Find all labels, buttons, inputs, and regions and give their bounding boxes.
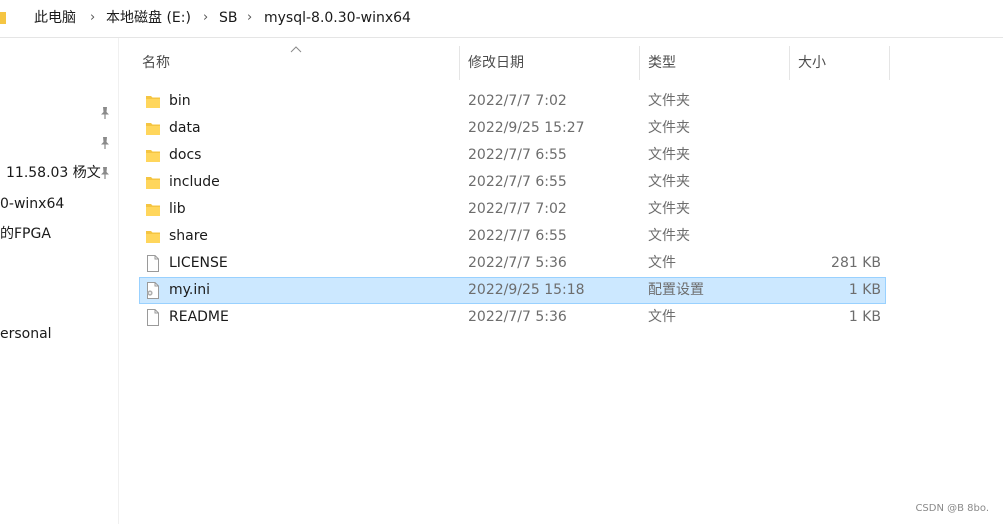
breadcrumb-sb[interactable]: SB (219, 9, 238, 27)
file-size: 1 KB (848, 282, 881, 298)
file-row[interactable]: include 2022/7/7 6:55 文件夹 (139, 169, 886, 196)
file-name: bin (169, 93, 191, 109)
file-size (791, 197, 881, 222)
folder-icon (145, 228, 161, 245)
column-type[interactable]: 类型 (640, 46, 790, 80)
file-name: LICENSE (169, 255, 228, 271)
file-size (791, 89, 881, 114)
folder-icon (145, 120, 161, 137)
file-date-modified: 2022/9/25 15:27 (468, 120, 585, 136)
navigation-pane[interactable]: 11.58.03 杨文 0-winx64 的FPGA ersonal (0, 38, 119, 524)
pin-icon (101, 167, 109, 179)
column-date-modified[interactable]: 修改日期 (460, 46, 640, 80)
breadcrumb-local-disk[interactable]: 本地磁盘 (E:) (106, 9, 191, 27)
file-row[interactable]: README 2022/7/7 5:36 文件 1 KB (139, 304, 886, 331)
file-row[interactable]: bin 2022/7/7 7:02 文件夹 (139, 88, 886, 115)
file-type: 文件夹 (648, 201, 690, 217)
breadcrumb-this-pc[interactable]: 此电脑 (34, 9, 76, 27)
file-name: lib (169, 201, 186, 217)
file-type: 文件夹 (648, 228, 690, 244)
nav-item-quick-access[interactable]: 11.58.03 杨文 (6, 164, 101, 182)
folder-icon (145, 201, 161, 218)
file-icon (145, 309, 161, 326)
file-type: 文件 (648, 309, 676, 325)
pin-icon (101, 107, 109, 119)
file-date-modified: 2022/7/7 7:02 (468, 201, 567, 217)
chevron-right-icon[interactable]: › (247, 9, 252, 27)
file-date-modified: 2022/7/7 5:36 (468, 255, 567, 271)
file-type: 文件夹 (648, 147, 690, 163)
file-name: docs (169, 147, 202, 163)
file-name: README (169, 309, 229, 325)
breadcrumb-current-folder[interactable]: mysql-8.0.30-winx64 (264, 9, 411, 27)
file-date-modified: 2022/7/7 6:55 (468, 174, 567, 190)
file-row[interactable]: share 2022/7/7 6:55 文件夹 (139, 223, 886, 250)
file-size (791, 224, 881, 249)
file-row[interactable]: lib 2022/7/7 7:02 文件夹 (139, 196, 886, 223)
file-name: share (169, 228, 208, 244)
file-size (791, 170, 881, 195)
address-bar[interactable]: 此电脑 › 本地磁盘 (E:) › SB › mysql-8.0.30-winx… (0, 0, 1003, 38)
pin-icon (101, 137, 109, 149)
file-size (791, 116, 881, 141)
file-date-modified: 2022/7/7 7:02 (468, 93, 567, 109)
file-name: data (169, 120, 201, 136)
folder-icon (145, 174, 161, 191)
file-row[interactable]: my.ini 2022/9/25 15:18 配置设置 1 KB (139, 277, 886, 304)
file-row[interactable]: docs 2022/7/7 6:55 文件夹 (139, 142, 886, 169)
file-date-modified: 2022/7/7 5:36 (468, 309, 567, 325)
file-type: 文件 (648, 255, 676, 271)
chevron-right-icon[interactable]: › (90, 9, 95, 27)
file-name: my.ini (169, 282, 211, 298)
file-name: include (169, 174, 220, 190)
nav-item-personal[interactable]: ersonal (0, 325, 52, 343)
folder-icon (0, 12, 6, 24)
chevron-right-icon[interactable]: › (203, 9, 208, 27)
folder-icon (145, 93, 161, 110)
file-date-modified: 2022/7/7 6:55 (468, 228, 567, 244)
file-type: 配置设置 (648, 282, 704, 298)
file-type: 文件夹 (648, 120, 690, 136)
column-header: 名称 修改日期 类型 大小 (120, 46, 1003, 80)
column-name[interactable]: 名称 (134, 46, 460, 80)
file-type: 文件夹 (648, 93, 690, 109)
file-row[interactable]: LICENSE 2022/7/7 5:36 文件 281 KB (139, 250, 886, 277)
file-type: 文件夹 (648, 174, 690, 190)
watermark: CSDN @B 8bo. (915, 503, 989, 514)
file-date-modified: 2022/7/7 6:55 (468, 147, 567, 163)
nav-item-fpga[interactable]: 的FPGA (0, 225, 51, 243)
file-size: 281 KB (831, 255, 881, 271)
file-icon (145, 255, 161, 272)
file-date-modified: 2022/9/25 15:18 (468, 282, 585, 298)
folder-icon (145, 147, 161, 164)
file-size (791, 143, 881, 168)
settings-file-icon (145, 282, 161, 299)
file-row[interactable]: data 2022/9/25 15:27 文件夹 (139, 115, 886, 142)
column-size[interactable]: 大小 (790, 46, 890, 80)
file-size: 1 KB (848, 309, 881, 325)
nav-item-mysql-folder[interactable]: 0-winx64 (0, 195, 64, 213)
